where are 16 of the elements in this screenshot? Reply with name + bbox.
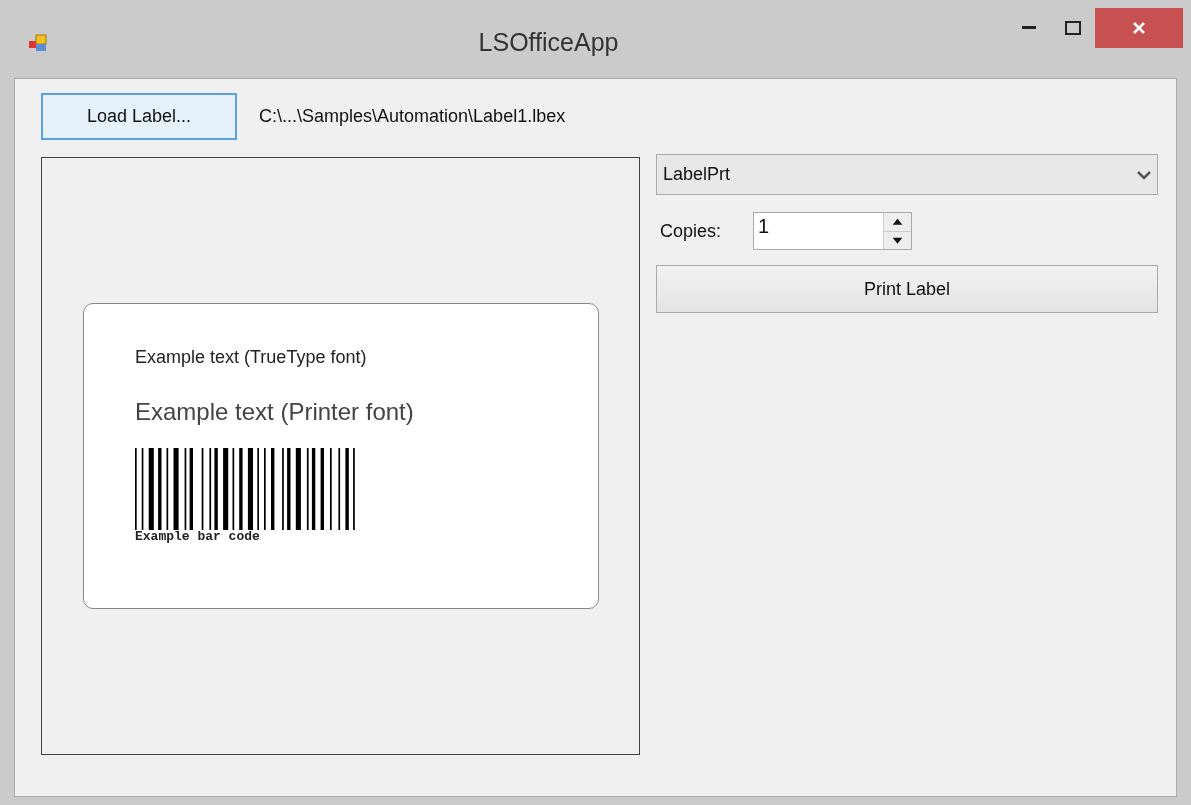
maximize-icon	[1065, 21, 1081, 35]
close-icon	[1132, 21, 1146, 35]
label-text: Example text (Printer font)	[135, 397, 415, 427]
copies-label: Copies:	[660, 219, 723, 243]
copies-spinner[interactable]: 1	[753, 212, 912, 250]
barcode-caption: Example bar code	[135, 530, 261, 544]
dropdown-value: LabelPrt	[663, 163, 732, 186]
app-icon	[28, 33, 50, 53]
window-title: LSOfficeApp	[478, 27, 619, 59]
printer-dropdown[interactable]: LabelPrt	[656, 154, 1158, 195]
label-text: Example text (TrueType font)	[135, 346, 368, 369]
load-label-button[interactable]: Load Label...	[41, 93, 237, 140]
minimize-icon	[1022, 26, 1036, 30]
chevron-down-icon	[1137, 169, 1151, 180]
print-label-button[interactable]: Print Label	[656, 265, 1158, 313]
file-path: C:\...\Samples\Automation\Label1.lbex	[259, 105, 566, 128]
